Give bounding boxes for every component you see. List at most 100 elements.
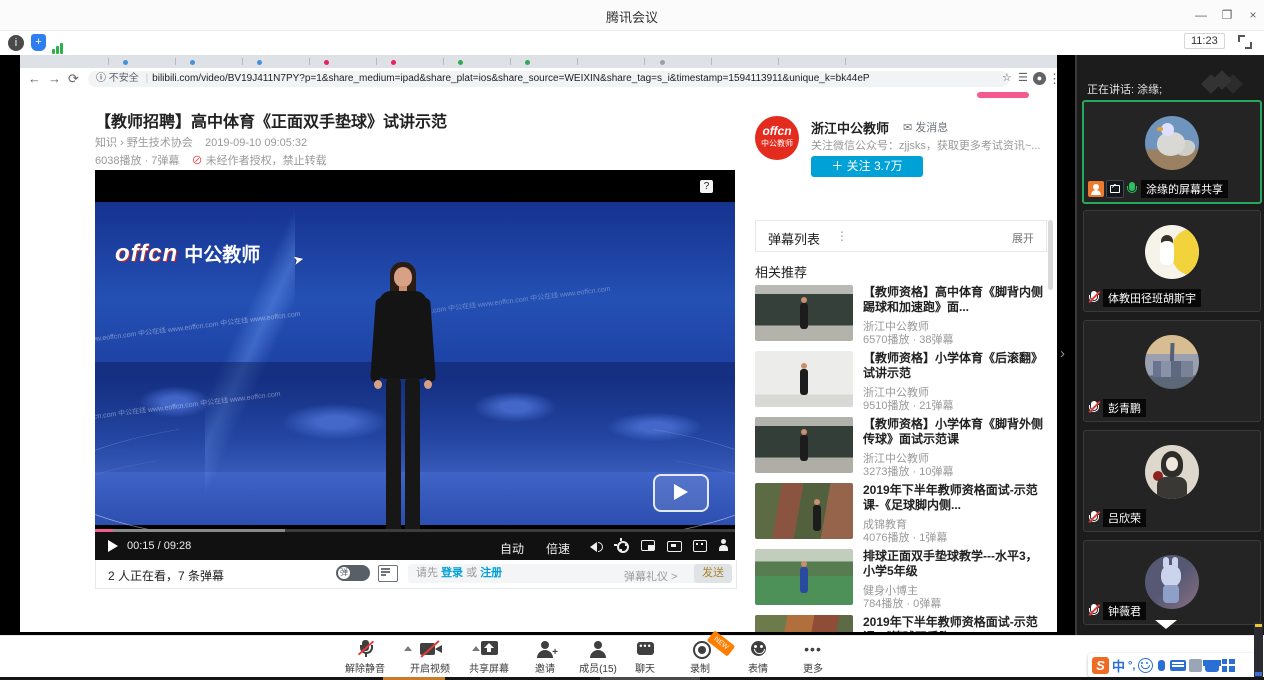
related-item-title[interactable]: 排球正面双手垫球教学---水平3，小学5年级 <box>863 549 1043 579</box>
follow-button[interactable]: ＋ 关注 3.7万 <box>811 156 923 177</box>
security-shield-icon[interactable]: + <box>31 34 46 51</box>
record-button[interactable]: NEW 录制 <box>668 640 732 675</box>
ime-skin-icon[interactable] <box>1189 659 1202 672</box>
page-scrollbar[interactable] <box>1048 220 1053 290</box>
video-player[interactable]: www.eoffcn.com 中公在线 www.eoffcn.com 中公在线 … <box>95 170 735 560</box>
tab-favicon[interactable] <box>458 60 463 65</box>
participant-tile[interactable]: 彭青鹏 <box>1083 320 1261 422</box>
sogou-ime-bar[interactable]: S 中 °, <box>1088 653 1256 678</box>
related-thumbnail[interactable] <box>755 285 853 341</box>
danmaku-etiquette-link[interactable]: 弹幕礼仪 > <box>624 568 677 584</box>
browser-tab-strip[interactable] <box>20 55 1057 68</box>
danmaku-list-menu-icon[interactable]: ⋮ <box>836 229 848 243</box>
ime-language-mode[interactable]: 中 <box>1112 656 1125 675</box>
reading-list-icon[interactable]: ☰ <box>1018 71 1028 84</box>
profile-avatar-icon[interactable]: ● <box>1033 72 1046 85</box>
participant-tile[interactable]: 体教田径班胡斯宇 <box>1083 210 1261 312</box>
related-item-title[interactable]: 2019年下半年教师资格面试-示范课-《篮球双手胸... <box>863 615 1043 632</box>
more-button[interactable]: ••• 更多 <box>781 640 845 675</box>
participant-tile[interactable]: 钟薇君 <box>1083 540 1261 625</box>
page-info-icon[interactable]: ⓘ <box>96 73 106 84</box>
theater-mode-icon[interactable] <box>667 539 681 553</box>
meeting-info-icon[interactable]: i <box>8 35 24 51</box>
pip-icon[interactable] <box>641 539 655 553</box>
browser-menu-icon[interactable]: ⋮ <box>1048 71 1057 87</box>
danmaku-toggle[interactable]: 弹 <box>336 565 370 581</box>
fullscreen-person-icon[interactable] <box>717 539 731 553</box>
forward-icon[interactable]: → <box>48 71 61 86</box>
ime-keyboard-icon[interactable] <box>1170 660 1186 671</box>
register-link[interactable]: 注册 <box>480 567 502 579</box>
player-help-badge[interactable]: ? <box>700 180 713 193</box>
volume-icon[interactable] <box>589 539 603 553</box>
unmute-button[interactable]: 解除静音 <box>333 640 397 675</box>
url-text: bilibili.com/video/BV19J411N7PY?p=1&shar… <box>152 73 869 84</box>
danmaku-list-expand[interactable]: 展开 <box>1012 230 1034 246</box>
related-item-title[interactable]: 【教师资格】小学体育《后滚翻》试讲示范 <box>863 351 1043 381</box>
related-item[interactable]: 【教师资格】高中体育《脚背内侧踢球和加速跑》面... 浙江中公教师 6570播放… <box>755 285 1045 345</box>
ime-emoji-icon[interactable] <box>1138 658 1153 673</box>
related-thumbnail[interactable] <box>755 351 853 407</box>
participant-tile[interactable]: 涂缘的屏幕共享 <box>1082 100 1262 204</box>
uploader-name[interactable]: 浙江中公教师 <box>811 118 889 137</box>
breadcrumb[interactable]: 知识 › 野生技术协会 <box>95 137 193 149</box>
tab-favicon[interactable] <box>190 60 195 65</box>
related-item[interactable]: 排球正面双手垫球教学---水平3，小学5年级 健身小博主 784播放 · 0弹幕 <box>755 549 1045 609</box>
network-signal-icon[interactable] <box>52 36 64 54</box>
related-item[interactable]: 【教师资格】小学体育《脚背外侧传球》面试示范课 浙江中公教师 3273播放 · … <box>755 417 1045 477</box>
bili-vip-button[interactable] <box>977 92 1029 98</box>
address-bar[interactable]: ⓘ 不安全 |bilibili.com/video/BV19J411N7PY?p… <box>88 71 1009 87</box>
tab-favicon[interactable] <box>257 60 262 65</box>
bookmark-star-icon[interactable]: ☆ <box>1002 71 1012 84</box>
participant-tile[interactable]: 吕欣荣 <box>1083 430 1261 532</box>
related-item-title[interactable]: 2019年下半年教师资格面试-示范课-《足球脚内侧... <box>863 483 1043 513</box>
ime-punctuation-icon[interactable]: °, <box>1128 660 1135 672</box>
danmaku-settings-icon[interactable] <box>378 565 398 582</box>
related-item[interactable]: 2019年下半年教师资格面试-示范课-《篮球双手胸... 成锦教育 4040播放… <box>755 615 1045 632</box>
uploader-avatar[interactable]: offcn中公教师 <box>755 116 799 160</box>
close-button[interactable]: × <box>1246 8 1260 22</box>
related-thumbnail[interactable] <box>755 549 853 605</box>
avatar <box>1145 445 1199 499</box>
video-frame: www.eoffcn.com 中公在线 www.eoffcn.com 中公在线 … <box>95 202 735 525</box>
ime-voice-icon[interactable] <box>1158 660 1165 671</box>
speaking-indicator: 正在讲话: 涂缘; <box>1087 81 1162 97</box>
bilibili-header-strip <box>20 90 1057 100</box>
play-icon[interactable] <box>108 540 118 552</box>
quality-button[interactable]: 自动 <box>500 540 524 557</box>
mic-muted-icon <box>1088 510 1100 526</box>
speed-button[interactable]: 倍速 <box>546 540 570 557</box>
login-link[interactable]: 登录 <box>441 567 463 579</box>
avatar <box>1145 225 1199 279</box>
related-thumbnail[interactable] <box>755 615 853 632</box>
tab-favicon[interactable] <box>391 60 396 65</box>
restore-button[interactable]: ❐ <box>1220 8 1234 22</box>
related-thumbnail[interactable] <box>755 483 853 539</box>
settings-gear-icon[interactable] <box>615 539 629 553</box>
back-icon[interactable]: ← <box>28 71 41 86</box>
minimize-button[interactable]: — <box>1194 8 1208 22</box>
scroll-more-participants-icon[interactable] <box>1155 620 1177 629</box>
related-item[interactable]: 2019年下半年教师资格面试-示范课-《足球脚内侧... 成锦教育 4076播放… <box>755 483 1045 543</box>
tab-favicon[interactable] <box>525 60 530 65</box>
sogou-logo-icon[interactable]: S <box>1092 657 1109 674</box>
start-video-button[interactable]: 开启视频 <box>398 640 462 675</box>
tab-favicon[interactable] <box>123 60 128 65</box>
bilibili-play-badge[interactable] <box>653 474 709 512</box>
web-fullscreen-icon[interactable] <box>693 539 707 553</box>
send-danmaku-button[interactable]: 发送 <box>694 564 732 583</box>
sidebar-collapse-icon[interactable]: › <box>1060 345 1065 362</box>
play-danmaku-count: 6038播放 · 7弹幕 <box>95 155 179 167</box>
share-screen-button[interactable]: 共享屏幕 <box>457 640 521 675</box>
send-message-link[interactable]: ✉ 发消息 <box>903 119 948 135</box>
ime-toolbox-icon[interactable] <box>1222 659 1235 672</box>
related-thumbnail[interactable] <box>755 417 853 473</box>
ime-shirt-icon[interactable] <box>1205 660 1219 672</box>
reload-icon[interactable]: ⟳ <box>68 71 79 87</box>
fullscreen-icon[interactable] <box>1238 35 1252 49</box>
related-item[interactable]: 【教师资格】小学体育《后滚翻》试讲示范 浙江中公教师 9510播放 · 21弹幕 <box>755 351 1045 411</box>
related-item-title[interactable]: 【教师资格】小学体育《脚背外侧传球》面试示范课 <box>863 417 1043 447</box>
tab-favicon[interactable] <box>660 60 665 65</box>
related-item-title[interactable]: 【教师资格】高中体育《脚背内侧踢球和加速跑》面... <box>863 285 1043 315</box>
tab-favicon[interactable] <box>324 60 329 65</box>
